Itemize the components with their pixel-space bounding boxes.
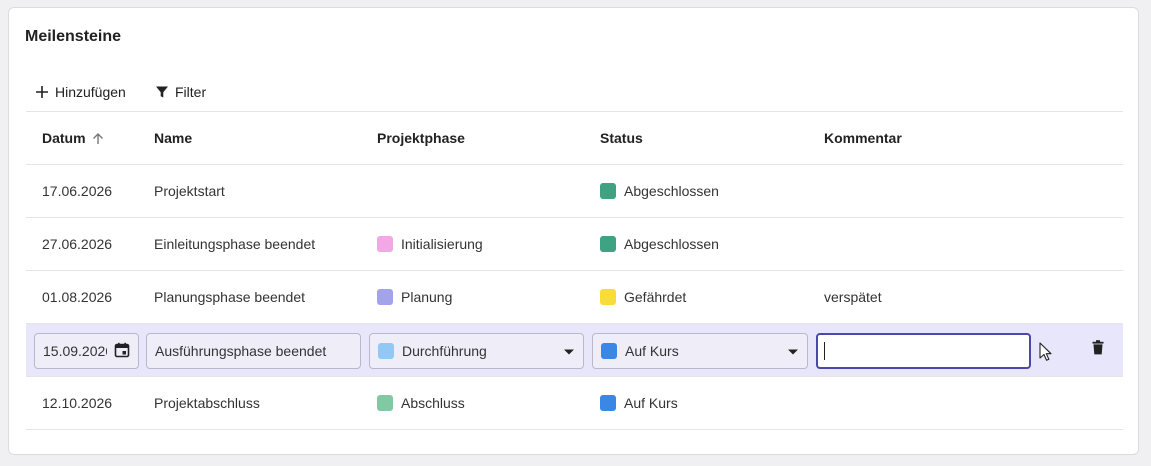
status-color-swatch <box>600 236 616 252</box>
name-cell: Einleitungsphase beendet <box>154 236 316 252</box>
name-cell: Projektabschluss <box>154 395 260 411</box>
status-label: Gefährdet <box>624 289 687 305</box>
status-cell: Abgeschlossen <box>600 218 815 270</box>
delete-button[interactable] <box>1088 340 1108 360</box>
table-row[interactable]: 27.06.2026 Einleitungsphase beendet Init… <box>26 218 1123 271</box>
status-color-swatch <box>601 343 617 359</box>
caret-down-icon <box>787 343 799 359</box>
table-header: Datum Name Projektphase Status Kommentar <box>26 111 1123 165</box>
text-caret <box>824 342 825 360</box>
phase-color-swatch <box>377 289 393 305</box>
calendar-icon[interactable] <box>114 342 130 361</box>
phase-color-swatch <box>377 395 393 411</box>
phase-label: Abschluss <box>401 395 465 411</box>
comment-cell <box>824 377 1039 429</box>
column-header-date-label: Datum <box>42 130 86 146</box>
phase-color-swatch <box>377 236 393 252</box>
status-cell: Auf Kurs <box>600 377 815 429</box>
filter-button[interactable]: Filter <box>155 80 206 104</box>
date-cell: 12.10.2026 <box>42 395 113 411</box>
column-header-date[interactable]: Datum <box>42 112 146 164</box>
filter-button-label: Filter <box>175 84 207 100</box>
table-row[interactable]: 01.08.2026 Planungsphase beendet Planung… <box>26 271 1123 324</box>
phase-color-swatch <box>378 343 394 359</box>
phase-select[interactable]: Durchführung <box>369 333 584 369</box>
phase-label: Planung <box>401 289 453 305</box>
table-row-editing[interactable]: 15.09.2026 Ausführungsphase beendet Durc… <box>26 324 1123 377</box>
status-color-swatch <box>600 183 616 199</box>
status-cell: Gefährdet <box>600 271 815 323</box>
phase-cell: Planung <box>377 271 592 323</box>
filter-icon <box>155 85 169 99</box>
status-select-value: Auf Kurs <box>625 343 679 359</box>
date-cell: 01.08.2026 <box>42 289 113 305</box>
trash-icon <box>1092 340 1104 360</box>
date-cell: 27.06.2026 <box>42 236 113 252</box>
comment-cell <box>824 218 1039 270</box>
phase-cell: Initialisierung <box>377 218 592 270</box>
name-cell: Planungsphase beendet <box>154 289 306 305</box>
status-label: Auf Kurs <box>624 395 678 411</box>
comment-input[interactable] <box>816 333 1031 369</box>
date-input-value: 15.09.2026 <box>43 343 107 359</box>
phase-cell <box>377 165 592 217</box>
milestones-card: Meilensteine Hinzufügen Filter Datum Nam… <box>8 7 1139 455</box>
name-cell: Projektstart <box>154 183 225 199</box>
status-select[interactable]: Auf Kurs <box>592 333 808 369</box>
status-color-swatch <box>600 395 616 411</box>
date-cell: 17.06.2026 <box>42 183 113 199</box>
phase-label: Initialisierung <box>401 236 483 252</box>
date-input[interactable]: 15.09.2026 <box>34 333 139 369</box>
card-title: Meilensteine <box>25 28 122 45</box>
comment-cell <box>824 165 1039 217</box>
cursor-pointer-icon <box>1036 341 1056 363</box>
status-label: Abgeschlossen <box>624 236 719 252</box>
name-input[interactable]: Ausführungsphase beendet <box>146 333 361 369</box>
table-row[interactable]: 12.10.2026 Projektabschluss Abschluss Au… <box>26 377 1123 430</box>
comment-cell: verspätet <box>824 289 882 305</box>
table-row[interactable]: 17.06.2026 Projektstart Abgeschlossen <box>26 165 1123 218</box>
status-cell: Abgeschlossen <box>600 165 815 217</box>
column-header-name[interactable]: Name <box>154 112 369 164</box>
phase-cell: Abschluss <box>377 377 592 429</box>
status-color-swatch <box>600 289 616 305</box>
add-button-label: Hinzufügen <box>55 84 126 100</box>
add-button[interactable]: Hinzufügen <box>35 80 126 104</box>
plus-icon <box>35 85 49 99</box>
milestones-table: Datum Name Projektphase Status Kommentar… <box>26 111 1123 430</box>
caret-down-icon <box>563 343 575 359</box>
column-header-phase[interactable]: Projektphase <box>377 112 592 164</box>
arrow-up-icon[interactable] <box>92 132 104 145</box>
status-label: Abgeschlossen <box>624 183 719 199</box>
column-header-status[interactable]: Status <box>600 112 815 164</box>
column-header-comment[interactable]: Kommentar <box>824 112 1039 164</box>
phase-select-value: Durchführung <box>402 343 487 359</box>
